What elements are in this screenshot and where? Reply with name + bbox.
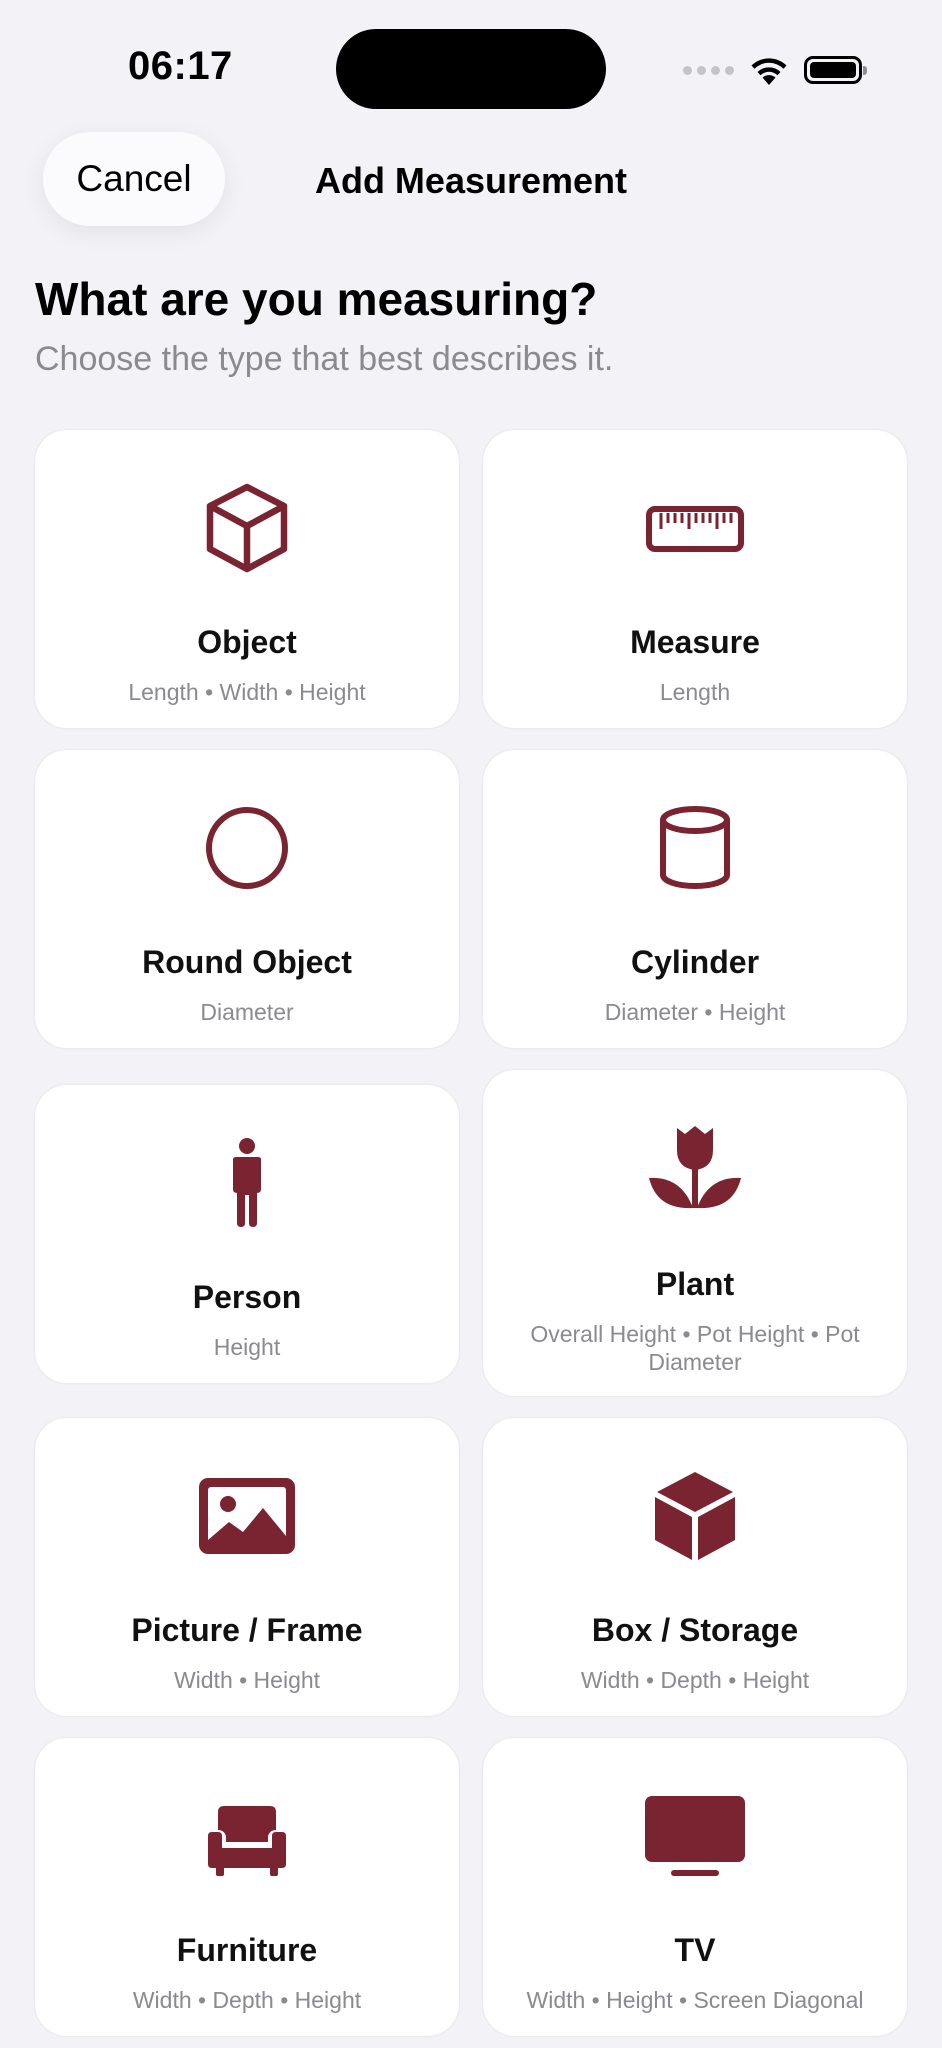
card-person[interactable]: Person Height	[35, 1085, 459, 1383]
wifi-icon	[751, 58, 787, 85]
card-round-object[interactable]: Round Object Diameter	[35, 750, 459, 1048]
page-subtitle: Choose the type that best describes it.	[35, 340, 614, 378]
card-title: Box / Storage	[591, 1612, 799, 1648]
card-title: Measure	[630, 624, 760, 660]
circle-icon	[35, 806, 459, 890]
card-title: Object	[197, 624, 297, 660]
card-subtitle: Width • Height • Screen Diagonal	[526, 1987, 864, 2013]
card-plant[interactable]: Plant Overall Height • Pot Height • Pot …	[483, 1070, 907, 1396]
status-time: 06:17	[128, 44, 233, 88]
card-subtitle: Diameter	[200, 999, 294, 1025]
cellular-signal-icon	[683, 65, 734, 75]
card-title: Furniture	[176, 1932, 318, 1968]
battery-icon	[804, 56, 867, 84]
page-title: What are you measuring?	[35, 273, 598, 325]
status-icons	[683, 48, 867, 92]
card-picture-frame[interactable]: Picture / Frame Width • Height	[35, 1418, 459, 1716]
card-object[interactable]: Object Length • Width • Height	[35, 430, 459, 728]
card-title: Picture / Frame	[131, 1612, 363, 1648]
card-subtitle: Overall Height • Pot Height • Pot Diamet…	[530, 1321, 860, 1375]
ruler-icon	[483, 505, 907, 553]
tulip-icon	[483, 1122, 907, 1214]
card-title: Plant	[655, 1266, 735, 1302]
card-subtitle: Length	[659, 679, 731, 705]
card-cylinder[interactable]: Cylinder Diameter • Height	[483, 750, 907, 1048]
tv-icon	[483, 1796, 907, 1878]
dynamic-island	[336, 29, 606, 109]
card-title: Round Object	[142, 944, 352, 980]
card-subtitle: Length • Width • Height	[128, 679, 366, 705]
card-subtitle: Width • Depth • Height	[580, 1667, 810, 1693]
card-title: TV	[674, 1932, 716, 1968]
card-subtitle: Height	[213, 1334, 281, 1360]
card-subtitle: Width • Depth • Height	[132, 1987, 362, 2013]
card-tv[interactable]: TV Width • Height • Screen Diagonal	[483, 1738, 907, 2036]
person-icon	[35, 1137, 459, 1229]
card-title: Cylinder	[630, 944, 760, 980]
card-subtitle: Diameter • Height	[604, 999, 786, 1025]
photo-icon	[35, 1478, 459, 1554]
status-bar: 06:17	[0, 0, 942, 120]
card-box-storage[interactable]: Box / Storage Width • Depth • Height	[483, 1418, 907, 1716]
card-measure[interactable]: Measure Length	[483, 430, 907, 728]
armchair-icon	[35, 1806, 459, 1878]
cube-filled-icon	[483, 1470, 907, 1562]
cube-outline-icon	[35, 482, 459, 574]
cylinder-icon	[483, 805, 907, 891]
card-furniture[interactable]: Furniture Width • Depth • Height	[35, 1738, 459, 2036]
nav-title: Add Measurement	[314, 160, 628, 201]
card-subtitle: Width • Height	[173, 1667, 321, 1693]
card-title: Person	[192, 1279, 302, 1315]
nav-bar: Cancel Add Measurement	[0, 132, 942, 228]
